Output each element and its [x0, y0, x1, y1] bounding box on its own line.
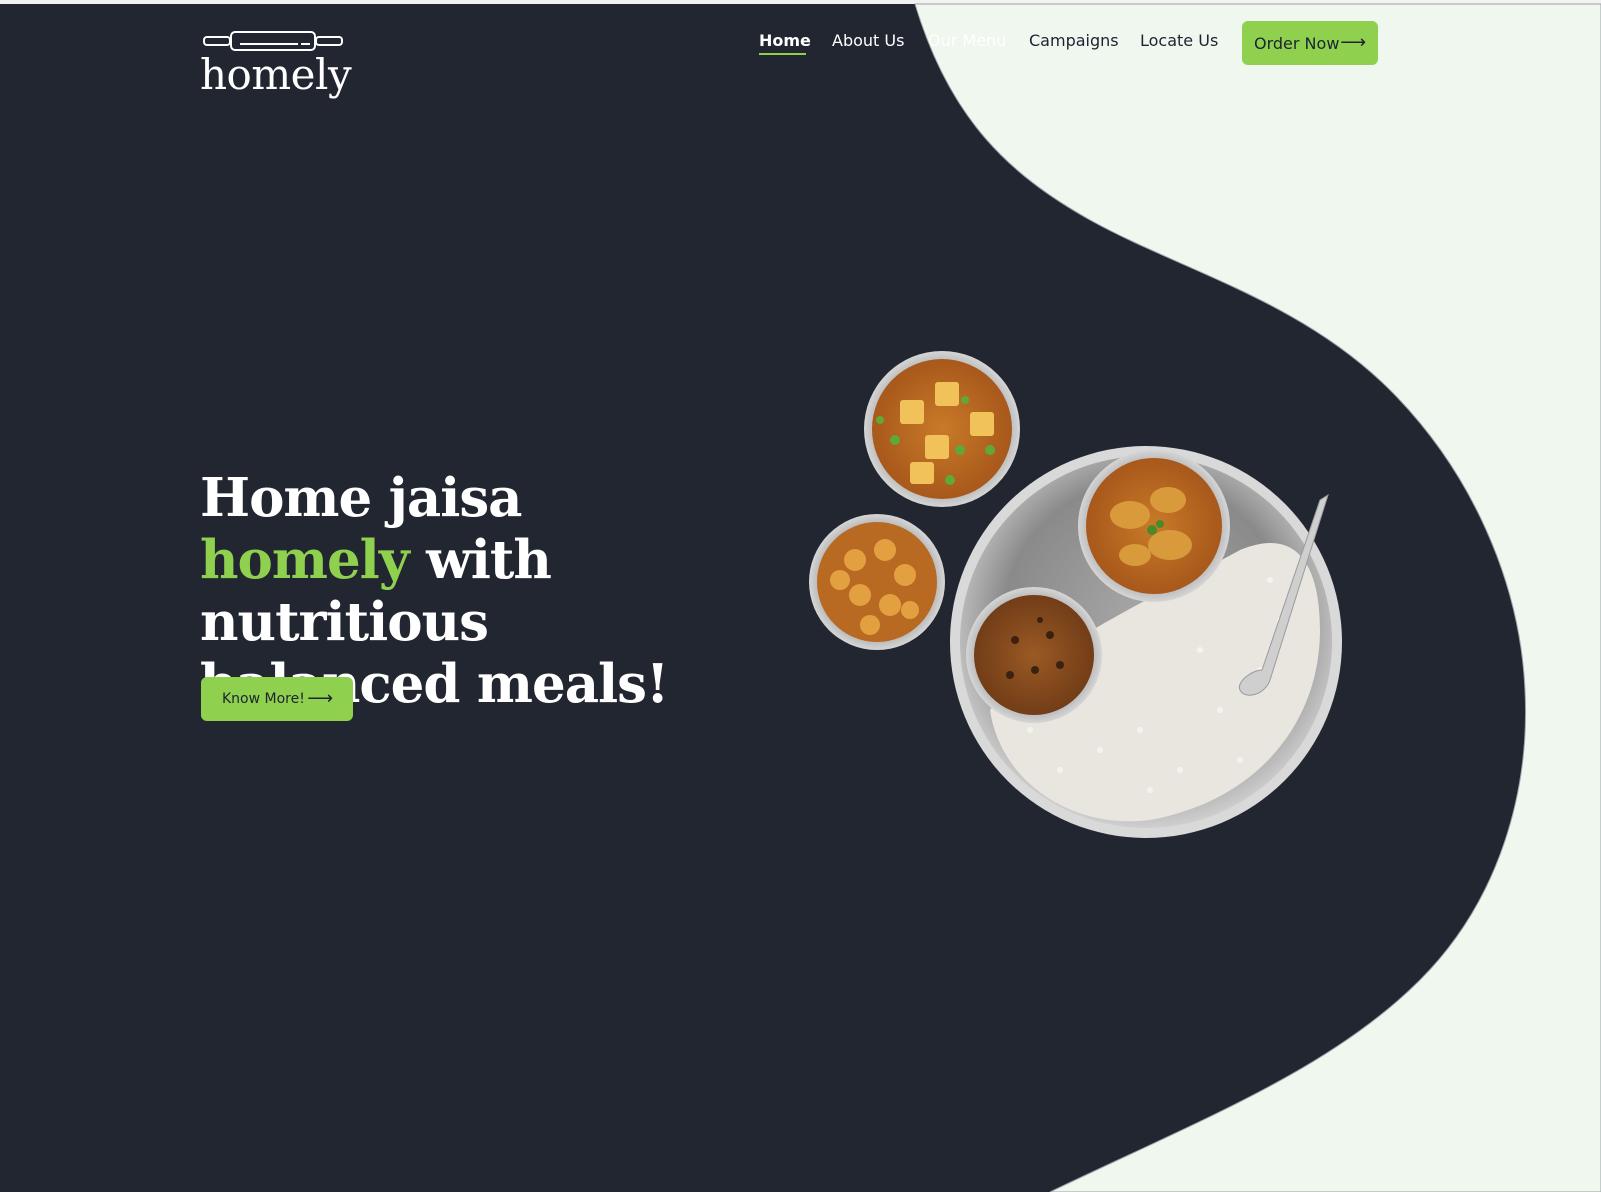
- nav-item-our-menu[interactable]: Our Menu: [928, 31, 1006, 50]
- hero-title-part1: Home jaisa: [200, 467, 523, 529]
- know-more-label: Know More!: [222, 691, 305, 707]
- order-now-label: Order Now: [1254, 33, 1340, 53]
- order-now-button[interactable]: Order Now ⟶: [1242, 21, 1378, 65]
- arrow-right-icon: ⟶: [1340, 32, 1366, 53]
- thali-image: [809, 351, 1342, 838]
- nav-item-locate-us[interactable]: Locate Us: [1140, 31, 1218, 50]
- logo-wordmark: homely: [200, 50, 352, 99]
- nav-item-home[interactable]: Home: [759, 31, 811, 50]
- know-more-button[interactable]: Know More! ⟶: [201, 677, 353, 721]
- logo[interactable]: homely: [200, 30, 352, 105]
- hero-title-accent: homely: [200, 529, 410, 591]
- rolling-pin-icon: [203, 31, 343, 51]
- nav-item-campaigns[interactable]: Campaigns: [1029, 31, 1119, 50]
- arrow-right-icon: ⟶: [307, 688, 333, 709]
- active-nav-indicator: [759, 53, 806, 55]
- nav-item-about-us[interactable]: About Us: [832, 31, 904, 50]
